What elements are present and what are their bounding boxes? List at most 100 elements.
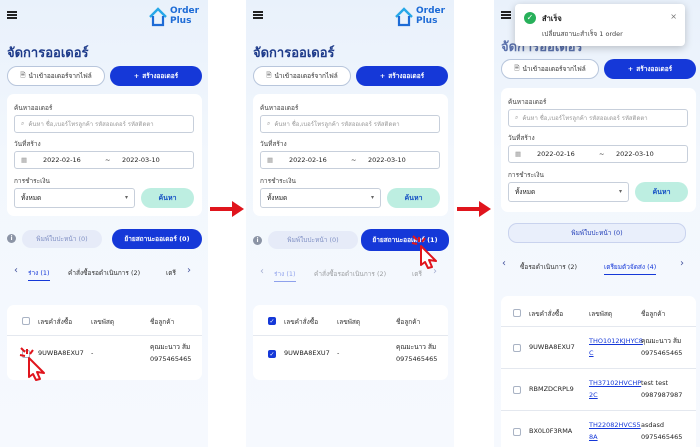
- orders-list: ✓ เลขคำสั่งซื้อ เลขพัสดุ ชื่อลูกค้า ✓ 9U…: [253, 305, 448, 380]
- col-order-no: เลขคำสั่งซื้อ: [529, 310, 564, 318]
- date-label: วันที่สร้าง: [508, 134, 535, 142]
- tracking-link[interactable]: TH37102HVCHP: [589, 378, 641, 389]
- plus-icon: +: [133, 72, 140, 80]
- search-button[interactable]: ค้นหา: [387, 188, 440, 208]
- payment-label: การชำระเงิน: [14, 177, 50, 185]
- payment-select[interactable]: ทั้งหมด ▾: [260, 188, 381, 208]
- plus-icon: +: [627, 65, 634, 73]
- page-title: จัดการออเดอร์: [7, 46, 89, 61]
- search-icon: ⌕: [21, 120, 25, 127]
- tab-pending[interactable]: ซื้อรอดำเนินการ (2): [520, 262, 577, 272]
- customer-phone-cell: 0975465465: [641, 433, 683, 441]
- customer-phone-cell: 0975465465: [641, 349, 683, 357]
- print-label-button[interactable]: พิมพ์ใบปะหน้า (0): [268, 231, 358, 249]
- divider: [253, 335, 448, 336]
- arrow-right-icon: [457, 201, 491, 217]
- tracking-link[interactable]: THO1012KJHYC8: [589, 336, 643, 347]
- status-tabs: ‹ ซื้อรอดำเนินการ (2) เตรียมตัวจัดส่ง (4…: [494, 258, 700, 275]
- date-range-field[interactable]: ▦ 2022-02-16 ~2022-03-10: [260, 151, 440, 169]
- tracking-link[interactable]: 2C: [589, 390, 598, 401]
- tab-draft[interactable]: ร่าง (1): [28, 268, 50, 281]
- parcel-no-cell: -: [91, 349, 94, 357]
- import-orders-button[interactable]: 🗎 นำเข้าออเดอร์จากไฟล์: [501, 59, 599, 79]
- tracking-link[interactable]: 8A: [589, 432, 598, 443]
- row-checkbox[interactable]: [513, 428, 521, 436]
- order-no-cell: BX0L0F3RMA: [529, 427, 573, 435]
- brand-text: Order Plus: [170, 6, 200, 26]
- tracking-link[interactable]: C: [589, 348, 594, 359]
- tab-draft[interactable]: ร่าง (1): [274, 269, 296, 282]
- menu-icon[interactable]: [253, 11, 263, 19]
- screen-move-status: Order Plus จัดการออเดอร์ 🗎 นำเข้าออเดอร์จา…: [246, 0, 454, 447]
- menu-icon[interactable]: [7, 11, 17, 19]
- chevron-left-icon[interactable]: ‹: [14, 265, 18, 276]
- app-header: Order Plus: [246, 0, 454, 34]
- import-orders-button[interactable]: 🗎 นำเข้าออเดอร์จากไฟล์: [253, 66, 351, 86]
- print-label-button[interactable]: พิมพ์ใบปะหน้า (0): [508, 223, 686, 243]
- tab-preparing[interactable]: เตรียมตัวจัดส่ง (4): [604, 262, 657, 275]
- chevron-right-icon[interactable]: ›: [680, 258, 684, 269]
- file-icon: 🗎: [266, 70, 272, 79]
- payment-select[interactable]: ทั้งหมด ▾: [14, 188, 135, 208]
- parcel-no-cell: -: [337, 349, 340, 357]
- chevron-left-icon[interactable]: ‹: [502, 258, 506, 269]
- chevron-down-icon: ▾: [370, 194, 374, 201]
- tab-pending[interactable]: คำสั่งซื้อรอดำเนินการ (2): [314, 269, 386, 279]
- info-icon[interactable]: i: [253, 236, 262, 245]
- select-all-checkbox[interactable]: ✓: [268, 317, 276, 325]
- customer-name-cell: คุณมะนาว ส้ม: [150, 343, 191, 351]
- date-label: วันที่สร้าง: [14, 140, 41, 148]
- search-button[interactable]: ค้นหา: [635, 182, 688, 202]
- search-input[interactable]: ⌕ ค้นหา ชื่อ,เบอร์โทรลูกค้า รหัสออเดอร์ ร…: [260, 115, 440, 133]
- status-tabs: ‹ ร่าง (1) คำสั่งซื้อรอดำเนินการ (2) เตร…: [0, 265, 208, 281]
- payment-select[interactable]: ทั้งหมด ▾: [508, 182, 629, 202]
- search-button[interactable]: ค้นหา: [141, 188, 194, 208]
- col-customer: ชื่อลูกค้า: [396, 318, 421, 326]
- customer-name-cell: asdasd: [641, 421, 664, 429]
- print-label-button[interactable]: พิมพ์ใบปะหน้า (0): [22, 230, 102, 248]
- close-icon[interactable]: ×: [670, 12, 677, 21]
- payment-label: การชำระเงิน: [508, 171, 544, 179]
- screen-ready-to-ship: จัดการออเดอร์ 🗎 นำเข้าออเดอร์จากไฟล์ + สร้…: [494, 0, 700, 447]
- select-all-checkbox[interactable]: [22, 317, 30, 325]
- customer-phone-cell: 0975465465: [150, 355, 192, 363]
- date-range-field[interactable]: ▦ 2022-02-16 ~2022-03-10: [14, 151, 194, 169]
- tab-pending[interactable]: คำสั่งซื้อรอดำเนินการ (2): [68, 268, 140, 278]
- row-checkbox[interactable]: [513, 344, 521, 352]
- check-circle-icon: ✓: [524, 12, 536, 24]
- calendar-icon: ▦: [267, 156, 274, 164]
- file-icon: 🗎: [514, 63, 520, 72]
- customer-name-cell: คุณมะนาว ส้ม: [396, 343, 437, 351]
- filter-card: ค้นหาออเดอร์ ⌕ ค้นหา ชื่อ,เบอร์โทรลูกค้า …: [501, 88, 696, 212]
- toast-message: เปลี่ยนสถานะสำเร็จ 1 order: [542, 30, 623, 38]
- date-label: วันที่สร้าง: [260, 140, 287, 148]
- row-checkbox[interactable]: ✓: [268, 350, 276, 358]
- filter-card: ค้นหาออเดอร์ ⌕ ค้นหา ชื่อ,เบอร์โทรลูกค้า …: [253, 94, 448, 216]
- brand-text: Order Plus: [416, 6, 446, 26]
- create-order-button[interactable]: + สร้างออเดอร์: [356, 66, 448, 86]
- search-input[interactable]: ⌕ ค้นหา ชื่อ,เบอร์โทรลูกค้า รหัสออเดอร์ ร…: [508, 109, 688, 127]
- click-pointer-icon: [19, 347, 45, 381]
- create-order-button[interactable]: + สร้างออเดอร์: [604, 59, 696, 79]
- order-no-cell: 9UWBA8EXU7: [284, 349, 330, 357]
- move-status-button[interactable]: ย้ายสถานะออเดอร์ (0): [112, 229, 202, 249]
- tracking-link[interactable]: TH22082HVCS5: [589, 420, 641, 431]
- tab-preparing[interactable]: เตรี: [412, 269, 422, 279]
- search-icon: ⌕: [515, 114, 519, 121]
- arrow-right-icon: [210, 201, 244, 217]
- tab-preparing[interactable]: เตรี: [166, 268, 176, 278]
- divider: [7, 335, 202, 336]
- row-checkbox[interactable]: [513, 386, 521, 394]
- search-input[interactable]: ⌕ ค้นหา ชื่อ,เบอร์โทรลูกค้า รหัสออเดอร์ ร…: [14, 115, 194, 133]
- col-parcel-no: เลขพัสดุ: [589, 310, 613, 318]
- chevron-left-icon[interactable]: ‹: [260, 266, 264, 277]
- chevron-right-icon[interactable]: ›: [187, 265, 191, 276]
- brand-logo: Order Plus: [394, 6, 450, 30]
- date-range-field[interactable]: ▦ 2022-02-16 ~2022-03-10: [508, 145, 688, 163]
- import-orders-button[interactable]: 🗎 นำเข้าออเดอร์จากไฟล์: [7, 66, 105, 86]
- chevron-down-icon: ▾: [124, 194, 128, 201]
- info-icon[interactable]: i: [7, 234, 16, 243]
- create-order-button[interactable]: + สร้างออเดอร์: [110, 66, 202, 86]
- menu-icon[interactable]: [501, 11, 511, 19]
- select-all-checkbox[interactable]: [513, 309, 521, 317]
